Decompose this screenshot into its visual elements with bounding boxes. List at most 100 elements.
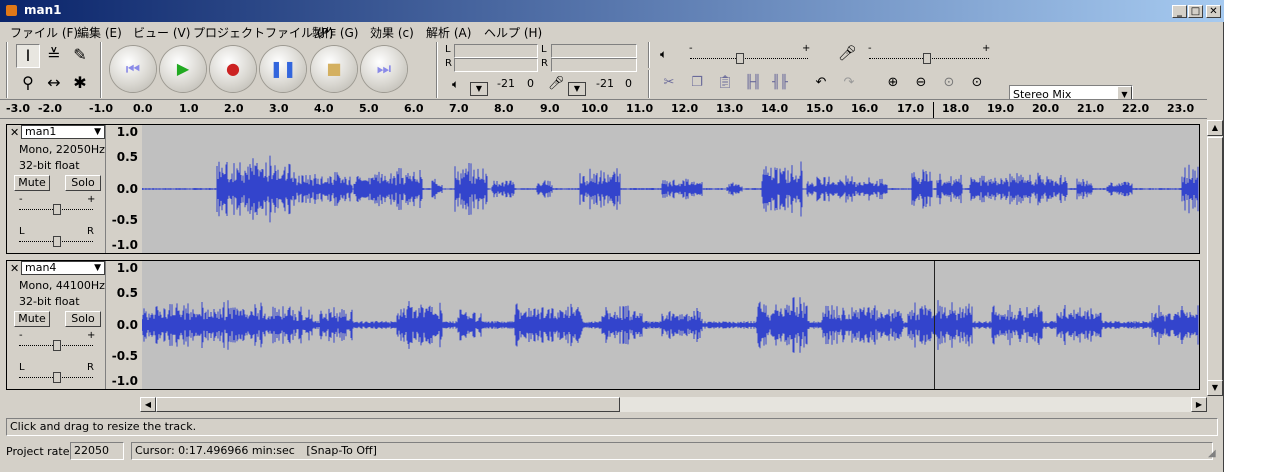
zoom-out-button[interactable]: ⊖ [908,72,934,94]
silence-button[interactable]: ╢╟ [767,72,793,94]
gain-slider-thumb[interactable] [53,204,61,215]
track-name: man1 [25,125,57,138]
scroll-right-arrow-icon[interactable]: ▶ [1191,397,1207,412]
fit-project-button[interactable]: ⊙ [964,72,990,94]
track-name-button[interactable]: man1 ▼ [21,125,105,139]
ruler-tick: 10.0 [581,102,609,115]
menu-generate[interactable]: 製作 (G) [312,24,358,41]
redo-button[interactable]: ↷ [836,72,862,94]
ruler-tick: 14.0 [761,102,789,115]
skip-end-icon: ⏭ [376,59,392,78]
zoom-in-button[interactable]: ⊕ [880,72,906,94]
solo-button[interactable]: Solo [65,311,101,327]
playhead-marker [933,102,934,118]
track-close-icon[interactable]: ✕ [10,126,19,139]
skip-end-button[interactable]: ⏭ [361,46,407,92]
menu-effect[interactable]: 効果 (c) [370,24,414,41]
timeline-ruler[interactable]: -3.0 -2.0 -1.0 0.0 1.0 2.0 3.0 4.0 5.0 6… [0,99,1207,119]
track-menu-arrow-icon[interactable]: ▼ [94,126,101,138]
ruler-tick: -1.0 [89,102,114,115]
cut-button[interactable]: ✂ [656,72,682,94]
scroll-left-arrow-icon[interactable]: ◀ [140,397,156,412]
ruler-tick: -3.0 [6,102,31,115]
waveform-plot [141,297,1199,353]
amp-label: 0.5 [116,150,138,164]
envelope-tool[interactable]: ≚ [42,44,66,68]
amp-label: 0.5 [116,286,138,300]
resize-grip-icon[interactable]: ◢ [1208,448,1216,459]
horizontal-scroll-thumb[interactable] [156,397,620,412]
ruler-tick: 23.0 [1167,102,1195,115]
audio-track-man4[interactable]: ✕ man4 ▼ Mono, 44100Hz 32-bit float Mute… [6,260,1200,390]
microphone-icon: 🎤︎ [548,76,565,91]
ruler-tick: 17.0 [897,102,925,115]
menu-file[interactable]: ファイル (F) [10,24,78,41]
rec-meter-right [551,58,637,72]
mute-button[interactable]: Mute [14,311,50,327]
waveform-man4[interactable] [141,261,1199,389]
input-volume-thumb[interactable] [923,53,931,64]
toolbar-grip [648,42,650,68]
scroll-up-arrow-icon[interactable]: ▲ [1207,120,1223,136]
ruler-tick: 5.0 [359,102,379,115]
skip-start-button[interactable]: ⏮ [110,46,156,92]
amp-label: -0.5 [111,349,138,363]
menu-analyze[interactable]: 解析 (A) [426,24,471,41]
toolbar-grip [100,42,102,98]
record-button[interactable]: ● [210,46,256,92]
rec-meter-end: 0 [625,77,632,90]
play-meter-end: 0 [527,77,534,90]
horizontal-scrollbar[interactable]: ◀ ▶ [140,397,1207,412]
paste-button[interactable]: 📋︎ [712,72,738,94]
rec-meter-menu-button[interactable]: ▼ [568,82,586,96]
close-button[interactable]: ✕ [1206,5,1221,18]
cursor-status: Cursor: 0:17.496966 min:sec [Snap-To Off… [131,442,1213,460]
output-volume-slider[interactable] [690,58,808,60]
snap-status: [Snap-To Off] [306,444,377,457]
output-volume-thumb[interactable] [736,53,744,64]
ruler-tick: 6.0 [404,102,424,115]
output-volume-icon: 🔈︎ [660,47,668,61]
play-meter-menu-button[interactable]: ▼ [470,82,488,96]
play-button[interactable]: ▶ [160,46,206,92]
vertical-scrollbar[interactable]: ▲ ▼ [1207,120,1223,396]
maximize-button[interactable]: □ [1188,5,1203,18]
record-icon: ● [226,59,240,78]
selection-tool[interactable]: I [16,44,40,68]
ruler-tick: 21.0 [1077,102,1105,115]
project-rate-input[interactable]: 22050 [70,442,124,460]
pan-slider-thumb[interactable] [53,236,61,247]
undo-button[interactable]: ↶ [808,72,834,94]
scroll-down-arrow-icon[interactable]: ▼ [1207,380,1223,396]
vertical-scroll-thumb[interactable] [1207,137,1223,381]
ruler-tick: 1.0 [179,102,199,115]
draw-tool[interactable]: ✎ [68,44,92,68]
menu-view[interactable]: ビュー (V) [133,24,190,41]
menu-edit[interactable]: 編集 (E) [77,24,122,41]
stop-button[interactable]: ■ [311,46,357,92]
minimize-button[interactable]: _ [1172,5,1187,18]
zoom-tool[interactable]: ⚲ [16,72,40,96]
menu-help[interactable]: ヘルプ (H) [484,24,542,41]
track-close-icon[interactable]: ✕ [10,262,19,275]
trim-button[interactable]: ╟╢ [740,72,766,94]
input-microphone-icon: 🎤︎ [838,44,858,62]
track-name-button[interactable]: man4 ▼ [21,261,105,275]
multi-tool[interactable]: ✱ [68,72,92,96]
track-format: Mono, 44100Hz [19,279,105,292]
ruler-tick: -2.0 [38,102,63,115]
pan-slider-thumb[interactable] [53,372,61,383]
audio-track-man1[interactable]: ✕ man1 ▼ Mono, 22050Hz 32-bit float Mute… [6,124,1200,254]
gain-slider-thumb[interactable] [53,340,61,351]
solo-button[interactable]: Solo [65,175,101,191]
cursor-position: Cursor: 0:17.496966 min:sec [135,444,295,457]
rec-meter-db: -21 [596,77,614,90]
copy-button[interactable]: ❐ [684,72,710,94]
fit-selection-button[interactable]: ⊙ [936,72,962,94]
waveform-man1[interactable] [141,125,1199,253]
mute-button[interactable]: Mute [14,175,50,191]
play-meter-left [454,44,538,58]
timeshift-tool[interactable]: ↔ [42,72,66,96]
pause-button[interactable]: ❚❚ [260,46,306,92]
track-menu-arrow-icon[interactable]: ▼ [94,262,101,274]
